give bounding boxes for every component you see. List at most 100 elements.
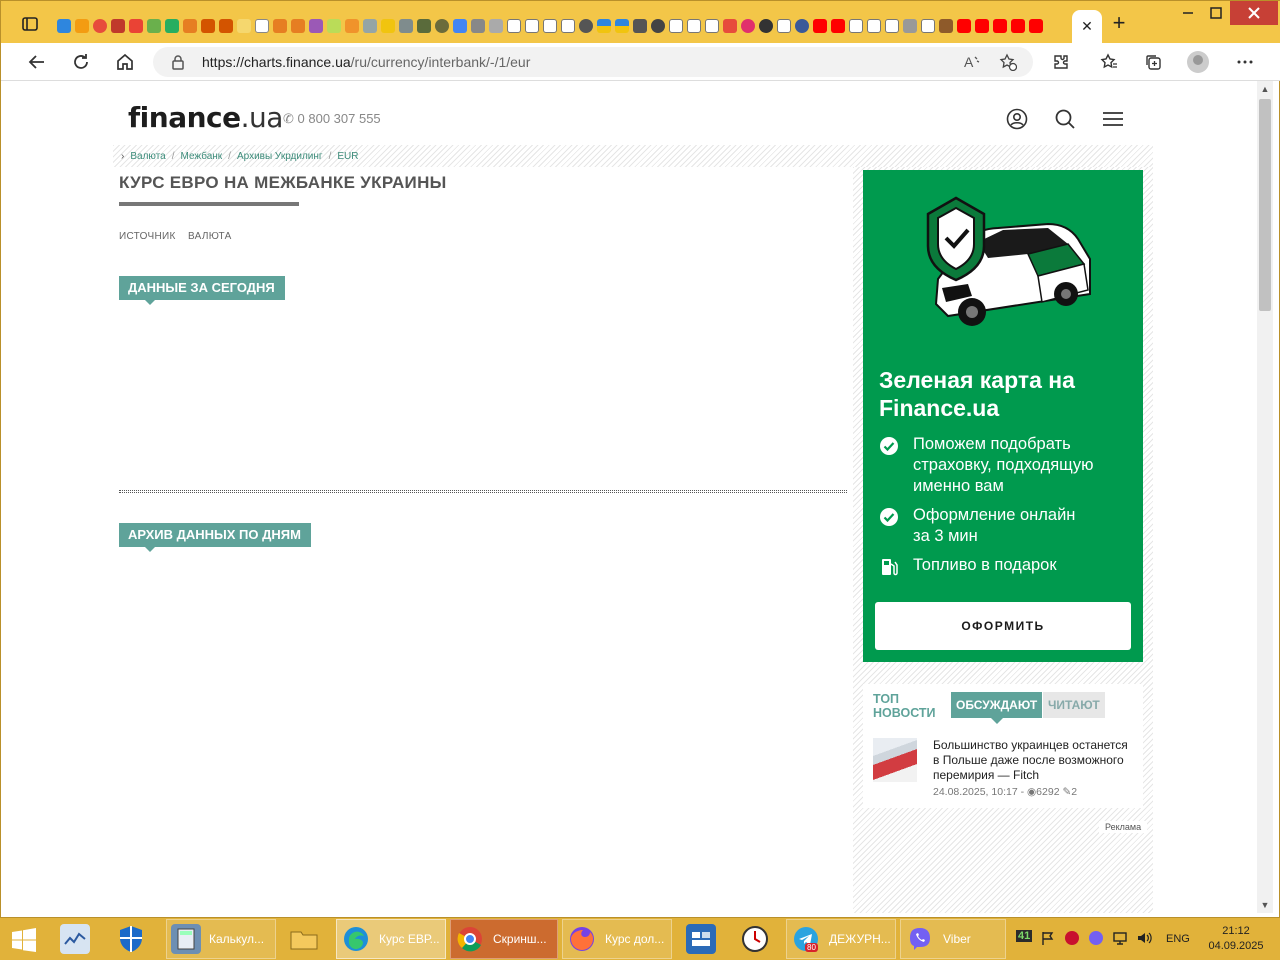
phone-number[interactable]: ✆ 0 800 307 555 bbox=[283, 111, 381, 127]
tab-favicon[interactable] bbox=[289, 17, 307, 35]
control-panel-icon[interactable] bbox=[682, 919, 726, 959]
tab-favicon[interactable] bbox=[667, 17, 685, 35]
hamburger-menu-icon[interactable] bbox=[1101, 107, 1125, 131]
tab-favicon[interactable] bbox=[433, 17, 451, 35]
scrollbar-thumb[interactable] bbox=[1259, 99, 1271, 311]
tab-favicon[interactable] bbox=[487, 17, 505, 35]
tab-favicon[interactable] bbox=[469, 17, 487, 35]
tab-favicon[interactable] bbox=[775, 17, 793, 35]
tab-favicon[interactable] bbox=[127, 17, 145, 35]
tab-favicon[interactable] bbox=[703, 17, 721, 35]
refresh-icon[interactable] bbox=[67, 49, 95, 75]
tab-favicon[interactable] bbox=[1009, 17, 1027, 35]
resource-monitor-icon[interactable] bbox=[56, 919, 100, 959]
user-account-icon[interactable] bbox=[1005, 107, 1029, 131]
read-aloud-icon[interactable]: A bbox=[963, 53, 981, 74]
taskbar-chrome[interactable]: Скринш... bbox=[450, 919, 558, 959]
tab-favicon[interactable] bbox=[937, 17, 955, 35]
tab-favicon[interactable] bbox=[883, 17, 901, 35]
breadcrumb-item[interactable]: EUR bbox=[337, 151, 358, 162]
tab-favicon[interactable] bbox=[973, 17, 991, 35]
scroll-up-arrow-icon[interactable]: ▲ bbox=[1257, 81, 1273, 97]
tab-favicon[interactable] bbox=[163, 17, 181, 35]
taskbar-telegram[interactable]: 80 ДЕЖУРН... bbox=[786, 919, 896, 959]
tab-favicon[interactable] bbox=[955, 17, 973, 35]
taskbar-clock[interactable]: 21:12 04.09.2025 bbox=[1200, 924, 1272, 954]
back-icon[interactable] bbox=[23, 49, 51, 75]
language-indicator[interactable]: ENG bbox=[1166, 933, 1190, 945]
tab-actions-icon[interactable] bbox=[21, 15, 39, 33]
tab-read[interactable]: ЧИТАЮТ bbox=[1043, 692, 1105, 718]
tab-favicon[interactable] bbox=[595, 17, 613, 35]
search-icon[interactable] bbox=[1053, 107, 1077, 131]
taskbar-edge[interactable]: Курс ЕВР... bbox=[336, 919, 446, 959]
tab-favicon[interactable] bbox=[415, 17, 433, 35]
tab-favicon[interactable] bbox=[757, 17, 775, 35]
favorites-icon[interactable] bbox=[1097, 51, 1121, 73]
profile-avatar[interactable] bbox=[1187, 51, 1209, 73]
tab-favicon[interactable] bbox=[181, 17, 199, 35]
tab-favicon[interactable] bbox=[541, 17, 559, 35]
breadcrumb-item[interactable]: Межбанк bbox=[181, 151, 223, 162]
news-thumbnail[interactable] bbox=[873, 738, 917, 782]
window-close-button[interactable] bbox=[1230, 1, 1278, 25]
tab-favicon[interactable] bbox=[271, 17, 289, 35]
volume-icon[interactable] bbox=[1136, 930, 1154, 949]
tab-favicon[interactable] bbox=[721, 17, 739, 35]
clock-app-icon[interactable] bbox=[736, 919, 780, 959]
tab-favicon[interactable] bbox=[559, 17, 577, 35]
minimize-button[interactable] bbox=[1173, 1, 1203, 25]
tab-favicon[interactable] bbox=[793, 17, 811, 35]
taskbar-calculator[interactable]: Калькул... bbox=[166, 919, 276, 959]
tab-favicon[interactable] bbox=[109, 17, 127, 35]
green-card-ad[interactable]: Зеленая карта на Finance.ua Поможем подо… bbox=[863, 170, 1143, 662]
tab-favicon[interactable] bbox=[379, 17, 397, 35]
tab-favicon[interactable] bbox=[919, 17, 937, 35]
antivirus-icon[interactable] bbox=[1064, 930, 1080, 949]
collections-icon[interactable] bbox=[1141, 51, 1165, 73]
tab-favicon[interactable] bbox=[505, 17, 523, 35]
active-tab-close-button[interactable]: ✕ bbox=[1072, 10, 1102, 43]
source-filter[interactable]: ИСТОЧНИК bbox=[119, 231, 176, 242]
tab-favicon[interactable] bbox=[217, 17, 235, 35]
tab-favicon[interactable] bbox=[145, 17, 163, 35]
windows-start-icon[interactable] bbox=[10, 928, 38, 952]
tab-favicon[interactable] bbox=[865, 17, 883, 35]
tab-favicon[interactable] bbox=[523, 17, 541, 35]
ad-apply-button[interactable]: ОФОРМИТЬ bbox=[875, 602, 1131, 650]
tab-favicon[interactable] bbox=[451, 17, 469, 35]
address-bar[interactable]: https://charts.finance.ua/ru/currency/in… bbox=[153, 47, 1033, 77]
tab-favicon[interactable] bbox=[397, 17, 415, 35]
file-explorer-icon[interactable] bbox=[286, 919, 326, 959]
tab-favicon[interactable] bbox=[991, 17, 1009, 35]
tab-favicon[interactable] bbox=[91, 17, 109, 35]
url-text[interactable]: https://charts.finance.ua/ru/currency/in… bbox=[202, 54, 530, 70]
tab-favicon[interactable] bbox=[73, 17, 91, 35]
tab-favicon[interactable] bbox=[307, 17, 325, 35]
extensions-icon[interactable] bbox=[1049, 51, 1073, 73]
tab-favicon[interactable] bbox=[829, 17, 847, 35]
site-logo[interactable]: finance.ua bbox=[128, 101, 283, 134]
new-tab-button[interactable]: + bbox=[1109, 12, 1129, 34]
tab-favicon[interactable] bbox=[631, 17, 649, 35]
viber-tray-icon[interactable] bbox=[1088, 930, 1104, 949]
network-icon[interactable] bbox=[1112, 930, 1130, 949]
tab-favicon[interactable] bbox=[325, 17, 343, 35]
breadcrumb-item[interactable]: Валюта bbox=[130, 151, 165, 162]
tab-favicon[interactable] bbox=[739, 17, 757, 35]
news-title-link[interactable]: Большинство украинцев останется в Польше… bbox=[933, 738, 1133, 783]
tab-favicon[interactable] bbox=[847, 17, 865, 35]
tab-favicon[interactable] bbox=[649, 17, 667, 35]
lock-icon[interactable] bbox=[171, 54, 185, 70]
tab-favicon[interactable] bbox=[361, 17, 379, 35]
tab-favicon[interactable] bbox=[55, 17, 73, 35]
tab-favicon[interactable] bbox=[1027, 17, 1045, 35]
tab-favicon[interactable] bbox=[577, 17, 595, 35]
home-icon[interactable] bbox=[111, 49, 139, 75]
taskbar-viber[interactable]: Viber bbox=[900, 919, 1006, 959]
flag-icon[interactable] bbox=[1040, 930, 1056, 949]
tab-favicon[interactable] bbox=[685, 17, 703, 35]
tab-favicon[interactable] bbox=[199, 17, 217, 35]
more-menu-icon[interactable] bbox=[1233, 51, 1257, 73]
page-scrollbar[interactable]: ▲ ▼ bbox=[1257, 81, 1273, 913]
